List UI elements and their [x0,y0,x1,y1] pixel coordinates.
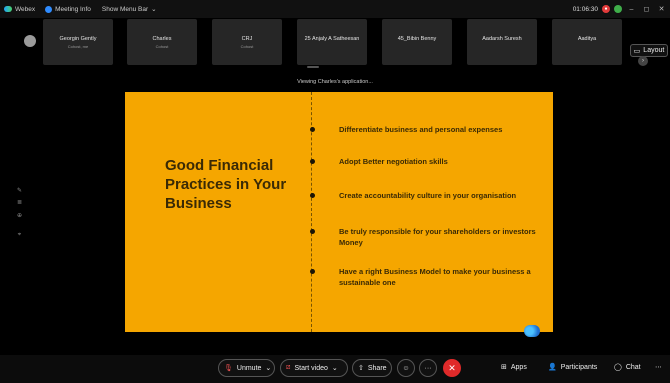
participant-name: Aadarsh Suresh [482,36,522,42]
apps-icon: ⊞ [501,364,507,371]
unmute-label: Unmute [236,364,262,372]
zoom-icon[interactable]: ⊕ [16,212,23,219]
participant-tile[interactable]: Charles Cohost [127,19,197,65]
app-name: Webex [15,5,36,13]
participant-name: Charles [152,36,172,42]
participant-name: 45_Bibin Benny [397,36,437,42]
avatar[interactable] [24,35,36,47]
participant-name: Aaditya [577,36,597,42]
chat-button[interactable]: ◯ Chat [614,363,641,372]
bullet-dot [310,127,315,132]
annotate-icon[interactable]: ✎ [16,187,23,194]
apps-button[interactable]: ⊞ Apps [501,363,527,372]
end-call-icon[interactable]: ✕ [443,359,461,377]
pointer-icon[interactable]: ⌖ [16,232,23,239]
show-menu-bar-label: Show Menu Bar [101,5,149,13]
meeting-info-label: Meeting Info [55,5,91,13]
participant-tile[interactable]: Aaditya [552,19,622,65]
bullet-dot [310,229,315,234]
bullet-dot [310,193,315,198]
webex-watermark-icon [524,325,540,337]
reactions-icon[interactable]: ☺ [397,359,415,377]
share-icon: ⇧ [358,365,364,372]
participant-strip: Georgin Gently Cohost, me Charles Cohost… [0,18,670,67]
meeting-controls: 🎙 Unmute ⌄ ⧄ Start video ⌄ ⇧ Share ☺ ···… [0,355,670,383]
participant-status: Cohost [155,44,169,49]
chevron-down-icon: ⌄ [151,6,157,13]
webex-logo: Webex [4,6,35,13]
participants-button[interactable]: 👤 Participants [548,363,598,372]
layout-icon: ▭ [633,47,641,55]
bullet-text: Adopt Better negotiation skills [339,157,448,166]
bullet-text: Have a right Business Model to make your… [339,267,531,287]
participant-name: Georgin Gently [59,36,97,42]
meeting-info-button[interactable]: Meeting Info [45,5,91,13]
bullet-text: Be truly responsible for your shareholde… [339,227,536,247]
minimize-icon[interactable]: – [626,6,637,13]
participant-status: Cohost, me [67,44,89,49]
participant-tile[interactable]: 45_Bibin Benny [382,19,452,65]
bullet-text: Create accountability culture in your or… [339,191,517,200]
participant-name: 25 Anjaly A Satheesan [304,36,360,42]
viewing-status: Viewing Charles's application... [297,79,373,85]
chevron-right-icon[interactable]: › [638,56,648,66]
share-label: Share [367,364,387,372]
participant-name: CRJ [241,36,253,42]
bullet-dot [310,159,315,164]
strip-drag-handle[interactable] [307,66,319,68]
participants-icon: 👤 [548,364,557,371]
more-options-icon[interactable]: ⋯ [655,363,662,371]
apps-label: Apps [510,363,527,371]
start-video-button[interactable]: ⧄ Start video ⌄ [280,359,348,377]
participant-tile[interactable]: Georgin Gently Cohost, me [43,19,113,65]
more-icon[interactable]: ··· [419,359,437,377]
shared-slide: Good Financial Practices in Your Busines… [125,92,553,332]
recording-icon[interactable]: ● [602,5,610,13]
bullet-dot [310,269,315,274]
title-bar: Webex Meeting Info Show Menu Bar ⌄ 01:06… [0,0,670,18]
layout-label: Layout [643,47,665,54]
share-button[interactable]: ⇧ Share [352,359,392,377]
slide-title: Good Financial Practices in Your Busines… [165,157,287,212]
layout-button[interactable]: ▭ Layout [630,44,668,57]
chat-label: Chat [625,363,641,371]
chevron-down-icon: ⌄ [331,365,338,372]
meeting-info-icon [45,5,53,13]
start-video-label: Start video [294,364,328,372]
maximize-icon[interactable]: ◻ [641,5,652,13]
list-icon[interactable]: ≣ [16,199,23,206]
video-off-icon: ⧄ [286,364,291,371]
mic-muted-icon: 🎙 [224,365,233,372]
show-menu-bar-button[interactable]: Show Menu Bar ⌄ [101,5,157,14]
shield-icon[interactable] [614,5,622,13]
participant-tile[interactable]: Aadarsh Suresh [467,19,537,65]
bullet-text: Differentiate business and personal expe… [339,125,503,134]
participants-label: Participants [560,363,598,371]
participant-status: Cohost [240,44,254,49]
unmute-button[interactable]: 🎙 Unmute ⌄ [218,359,275,377]
webex-logo-icon [4,6,12,12]
participant-tile[interactable]: CRJ Cohost [212,19,282,65]
chevron-down-icon: ⌄ [265,365,272,372]
chat-icon: ◯ [614,364,622,371]
close-icon[interactable]: ✕ [656,5,667,13]
participant-tile[interactable]: 25 Anjaly A Satheesan [297,19,367,65]
meeting-timer: 01:06:30 [572,5,598,13]
